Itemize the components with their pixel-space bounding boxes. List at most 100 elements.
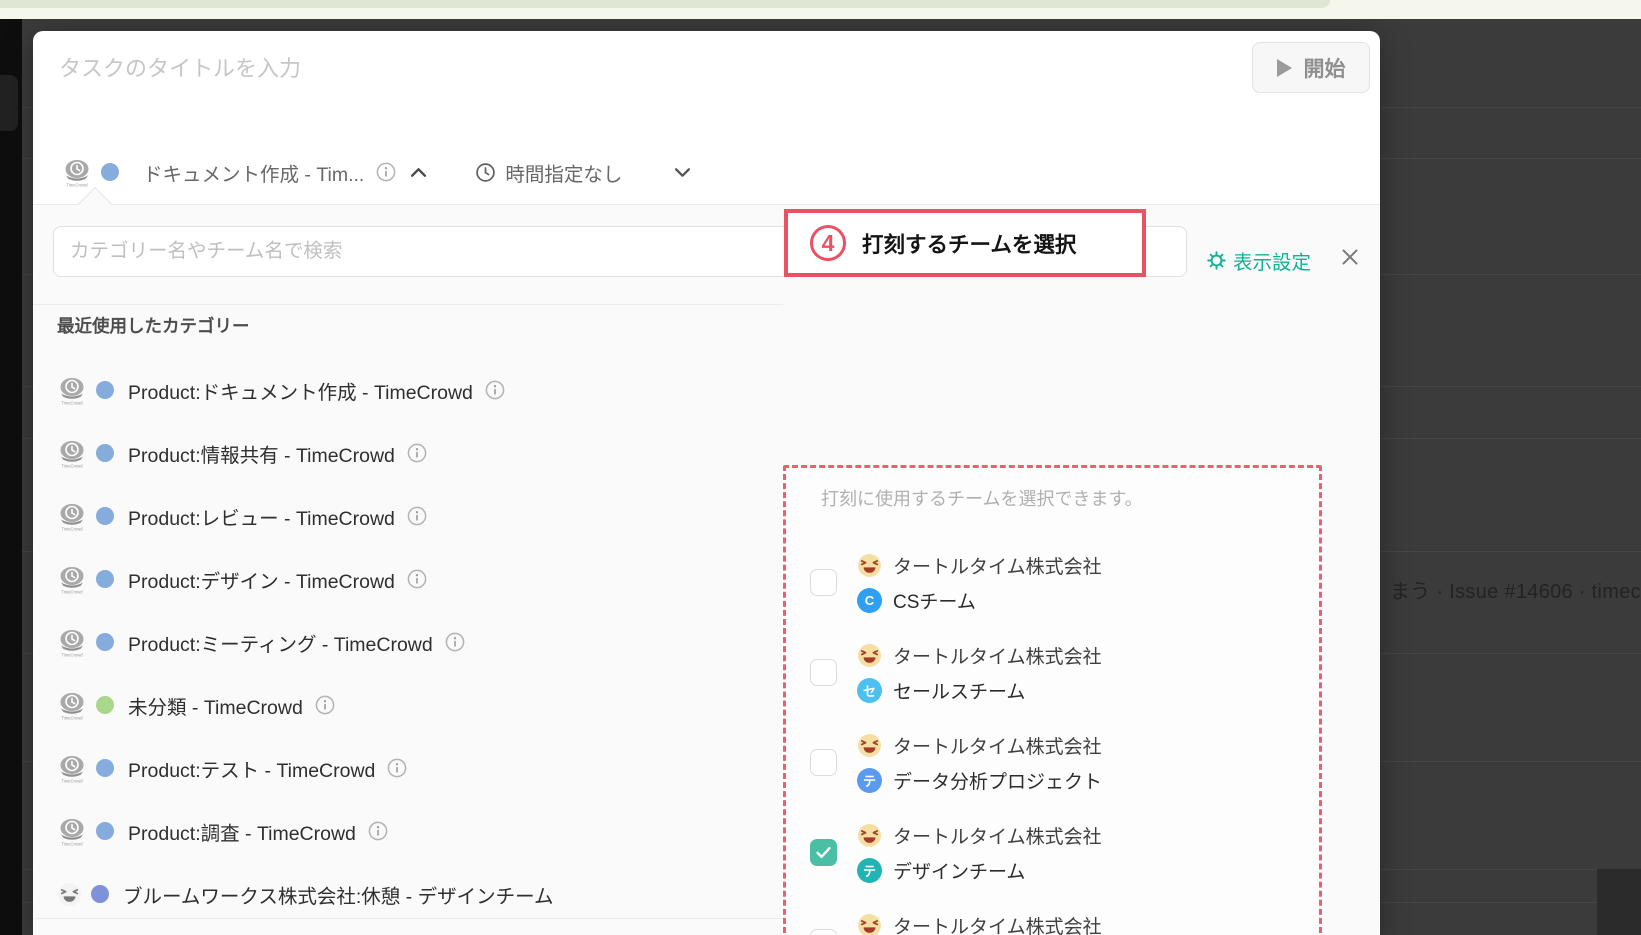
svg-text:TimeCrowd: TimeCrowd xyxy=(61,842,83,847)
info-icon[interactable] xyxy=(485,380,505,400)
background-panel-corner xyxy=(1597,869,1641,935)
team-row[interactable]: タートルタイム株式会社 C CSチーム xyxy=(810,552,1290,613)
category-app-icon: TimeCrowd xyxy=(57,563,87,595)
category-color-dot xyxy=(96,507,114,525)
background-left-sidebar xyxy=(0,19,22,935)
recent-category-item[interactable]: TimeCrowd 未分類 - TimeCrowd xyxy=(57,685,757,725)
info-icon[interactable] xyxy=(407,506,427,526)
info-icon[interactable] xyxy=(376,162,396,182)
category-color-dot xyxy=(91,885,109,903)
category-label: Product:調査 - TimeCrowd xyxy=(128,822,356,845)
category-label: Product:ドキュメント作成 - TimeCrowd xyxy=(128,381,473,404)
play-icon xyxy=(1276,58,1292,77)
info-icon[interactable] xyxy=(407,569,427,589)
timecrowd-turtle-icon: TimeCrowd xyxy=(62,156,92,188)
info-icon[interactable] xyxy=(407,443,427,463)
recent-category-item[interactable]: TimeCrowd Product:レビュー - TimeCrowd xyxy=(57,496,757,536)
category-color-dot xyxy=(96,822,114,840)
background-sidebar-item xyxy=(0,75,18,131)
team-line: テ データ分析プロジェクト xyxy=(857,767,1102,793)
recent-categories-heading: 最近使用したカテゴリー xyxy=(57,316,250,336)
popover-caret xyxy=(78,187,112,221)
category-label: Product:デザイン - TimeCrowd xyxy=(128,570,395,593)
category-label: Product:テスト - TimeCrowd xyxy=(128,759,376,782)
category-color-dot xyxy=(96,444,114,462)
category-app-icon: TimeCrowd xyxy=(57,689,87,721)
category-label: Product:情報共有 - TimeCrowd xyxy=(128,444,395,467)
team-row[interactable]: タートルタイム株式会社 セ セールスチーム xyxy=(810,642,1290,703)
chevron-up-icon[interactable] xyxy=(410,167,427,178)
dimmed-background: まう · Issue #14606 · timec 開始 TimeCrowd ド… xyxy=(0,19,1641,935)
team-avatar: C xyxy=(857,587,882,613)
team-avatar: セ xyxy=(857,677,882,703)
clock-icon xyxy=(475,162,496,183)
svg-text:TimeCrowd: TimeCrowd xyxy=(61,716,83,721)
team-selection-panel: 打刻に使用するチームを選択できます。 タートルタイム株式会社 C CSチーム タ… xyxy=(783,465,1322,935)
company-name: タートルタイム株式会社 xyxy=(893,826,1102,848)
selected-category-label: ドキュメント作成 - Tim... xyxy=(143,163,365,186)
team-line: C CSチーム xyxy=(857,587,1102,613)
start-button[interactable]: 開始 xyxy=(1252,42,1370,93)
team-line: テ デザインチーム xyxy=(857,857,1102,883)
category-label: Product:レビュー - TimeCrowd xyxy=(128,507,395,530)
background-issue-text: まう · Issue #14606 · timec xyxy=(1390,581,1641,603)
step-annotation-label: 打刻するチームを選択 xyxy=(862,232,1077,257)
company-name: タートルタイム株式会社 xyxy=(893,556,1102,578)
team-checkbox[interactable] xyxy=(810,659,837,686)
team-checkbox[interactable] xyxy=(810,839,837,866)
recent-category-item[interactable]: TimeCrowd Product:デザイン - TimeCrowd xyxy=(57,559,757,599)
laughing-face-icon xyxy=(857,823,882,848)
team-name: データ分析プロジェクト xyxy=(893,771,1103,793)
category-selector-row: TimeCrowd ドキュメント作成 - Tim... 時間指定なし xyxy=(62,152,691,192)
close-icon[interactable] xyxy=(1340,247,1360,267)
category-color-dot xyxy=(101,163,119,181)
task-title-input[interactable] xyxy=(57,48,697,90)
company-line: タートルタイム株式会社 xyxy=(857,732,1102,758)
time-selector[interactable]: 時間指定なし xyxy=(475,158,691,187)
team-line: セ セールスチーム xyxy=(857,677,1102,703)
category-label: ブルームワークス株式会社:休憩 - デザインチーム xyxy=(123,885,554,908)
team-list: タートルタイム株式会社 C CSチーム タートルタイム株式会社 セ セールスチー… xyxy=(810,552,1290,935)
time-selector-label: 時間指定なし xyxy=(505,163,623,186)
team-checkbox[interactable] xyxy=(810,749,837,776)
recent-category-list: TimeCrowd Product:ドキュメント作成 - TimeCrowd T… xyxy=(57,370,757,935)
category-app-icon: TimeCrowd xyxy=(57,437,87,469)
info-icon[interactable] xyxy=(315,695,335,715)
company-line: タートルタイム株式会社 xyxy=(857,912,1102,935)
team-row[interactable]: タートルタイム株式会社 テ デザインチーム xyxy=(810,822,1290,883)
category-color-dot xyxy=(96,759,114,777)
team-checkbox[interactable] xyxy=(810,569,837,596)
recent-category-item[interactable]: TimeCrowd Product:ドキュメント作成 - TimeCrowd xyxy=(57,370,757,410)
recent-category-item[interactable]: TimeCrowd Product:テスト - TimeCrowd xyxy=(57,748,757,788)
info-icon[interactable] xyxy=(445,632,465,652)
info-icon[interactable] xyxy=(387,758,407,778)
company-line: タートルタイム株式会社 xyxy=(857,822,1102,848)
company-line: タートルタイム株式会社 xyxy=(857,642,1102,668)
step-number-badge: 4 xyxy=(810,225,846,261)
recent-category-item[interactable]: TimeCrowd Product:調査 - TimeCrowd xyxy=(57,811,757,851)
section-divider xyxy=(33,304,783,305)
team-avatar: テ xyxy=(857,857,882,883)
laughing-face-icon xyxy=(857,913,882,935)
category-picker-popover: 表示設定 最近使用したカテゴリー TimeCrowd Product:ドキュメン… xyxy=(33,187,1380,935)
svg-text:TimeCrowd: TimeCrowd xyxy=(61,653,83,658)
category-color-dot xyxy=(96,633,114,651)
team-checkbox[interactable] xyxy=(810,929,837,935)
team-row[interactable]: タートルタイム株式会社 マ マーケチーム xyxy=(810,912,1290,935)
step-annotation: 4 打刻するチームを選択 xyxy=(784,209,1146,277)
category-app-icon: TimeCrowd xyxy=(57,500,87,532)
team-row[interactable]: タートルタイム株式会社 テ データ分析プロジェクト xyxy=(810,732,1290,793)
info-icon[interactable] xyxy=(368,821,388,841)
category-app-icon: TimeCrowd xyxy=(57,815,87,847)
svg-text:TimeCrowd: TimeCrowd xyxy=(61,401,83,406)
recent-category-item[interactable]: ブルームワークス株式会社:休憩 - デザインチーム xyxy=(57,874,757,914)
category-app-icon: TimeCrowd xyxy=(57,752,87,784)
recent-category-item[interactable]: TimeCrowd Product:情報共有 - TimeCrowd xyxy=(57,433,757,473)
laughing-face-icon xyxy=(857,643,882,668)
recent-category-item[interactable]: TimeCrowd Product:ミーティング - TimeCrowd xyxy=(57,622,757,662)
company-name: タートルタイム株式会社 xyxy=(893,916,1102,935)
team-avatar: テ xyxy=(857,767,882,793)
start-button-label: 開始 xyxy=(1303,57,1346,81)
category-color-dot xyxy=(96,696,114,714)
display-settings-button[interactable]: 表示設定 xyxy=(1207,246,1311,275)
